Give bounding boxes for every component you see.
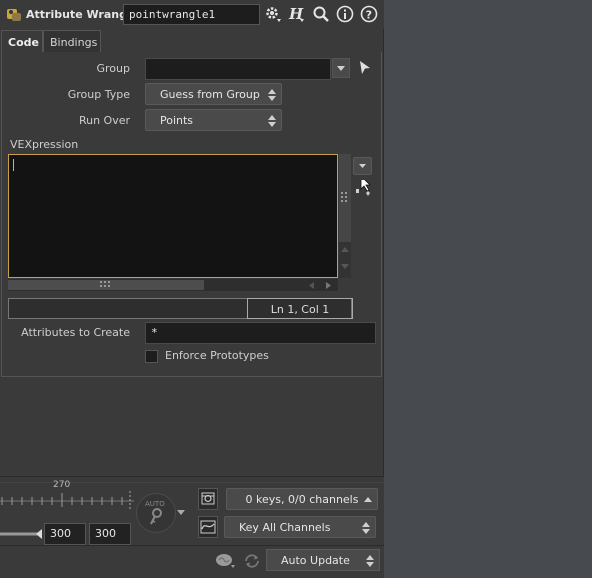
updown-arrows-icon — [366, 555, 374, 567]
group-type-menu[interactable]: Guess from Group — [145, 83, 282, 105]
chevron-up-icon — [364, 497, 372, 502]
cooking-brain-icon[interactable] — [214, 552, 236, 570]
chevron-down-icon — [337, 66, 345, 71]
group-field[interactable] — [145, 58, 331, 80]
keys-channels-button[interactable] — [198, 488, 218, 510]
group-type-label: Group Type — [67, 88, 130, 101]
chevron-down-icon[interactable] — [175, 507, 187, 517]
svg-text:?: ? — [366, 9, 372, 22]
vexpression-horizontal-scrollbar[interactable] — [8, 279, 338, 291]
node-type-label: Attribute Wrangle — [26, 8, 139, 21]
horizontal-scroll-thumb[interactable] — [8, 280, 204, 290]
tab-code[interactable]: Code — [1, 30, 43, 53]
attributes-to-create-field[interactable]: * — [145, 322, 376, 344]
group-type-value: Guess from Group — [160, 88, 260, 101]
search-icon[interactable] — [312, 5, 330, 23]
vexpression-label: VEXpression — [10, 138, 79, 151]
scroll-up-icon[interactable] — [341, 246, 349, 252]
text-caret — [13, 159, 14, 171]
vertical-scroll-thumb[interactable] — [339, 154, 351, 242]
group-label: Group — [96, 62, 131, 75]
editor-status-bar: Ln 1, Col 1 — [8, 298, 353, 319]
vexpression-editor[interactable] — [8, 154, 338, 278]
attributes-to-create-label: Attributes to Create — [21, 326, 130, 339]
enforce-prototypes-checkbox[interactable] — [145, 350, 158, 363]
info-icon[interactable] — [336, 5, 354, 23]
parameter-tabs: Code Bindings — [0, 30, 384, 53]
auto-key-label: AUTO — [145, 500, 165, 508]
key-all-channels-label: Key All Channels — [239, 521, 331, 534]
auto-key-button[interactable]: AUTO — [136, 493, 176, 533]
range-slider[interactable] — [0, 527, 44, 541]
keys-channels-label: 0 keys, 0/0 channels — [245, 493, 359, 506]
chevron-down-icon — [359, 164, 366, 168]
group-dropdown-button[interactable] — [332, 58, 350, 78]
vex-menu-button[interactable] — [353, 157, 372, 175]
key-channels-button[interactable] — [198, 516, 218, 538]
parameter-pane: Attribute Wrangle pointwrangle1 H ? Code… — [0, 0, 384, 578]
updown-arrows-icon — [268, 89, 276, 101]
help-icon[interactable]: ? — [360, 5, 378, 23]
enforce-prototypes-label: Enforce Prototypes — [165, 349, 269, 362]
range-start-field[interactable]: 300 — [44, 523, 86, 545]
updown-arrows-icon — [268, 115, 276, 127]
vexpression-vertical-scrollbar[interactable] — [339, 154, 351, 278]
run-over-label: Run Over — [78, 114, 130, 127]
playbar-area: 270 300 300 AUTO 0 keys, 0/0 channels Ke… — [0, 476, 384, 578]
grip-icon — [100, 281, 110, 287]
timeline-ruler[interactable] — [0, 491, 134, 511]
empty-pane — [385, 0, 592, 578]
houdini-help-icon[interactable]: H — [288, 5, 306, 23]
timeline-tick-label: 270 — [53, 480, 71, 490]
cursor-position: Ln 1, Col 1 — [247, 298, 353, 319]
update-mode-label: Auto Update — [281, 554, 350, 567]
channel-list-icon — [201, 492, 215, 505]
run-over-menu[interactable]: Points — [145, 109, 282, 131]
node-header: Attribute Wrangle pointwrangle1 H ? — [0, 0, 384, 29]
scroll-right-icon[interactable] — [326, 282, 332, 289]
updown-arrows-icon — [362, 522, 370, 534]
key-all-channels-menu[interactable]: Key All Channels — [224, 516, 376, 538]
mouse-cursor-icon — [356, 180, 371, 196]
scroll-left-icon[interactable] — [308, 282, 314, 289]
key-icon — [150, 508, 162, 525]
update-mode-menu[interactable]: Auto Update — [266, 549, 380, 571]
gear-icon[interactable] — [264, 5, 282, 23]
tab-bindings[interactable]: Bindings — [43, 30, 101, 53]
refresh-icon[interactable] — [243, 553, 261, 569]
scroll-down-icon[interactable] — [341, 264, 349, 270]
wrangle-node-icon — [7, 9, 21, 21]
run-over-value: Points — [160, 114, 194, 127]
curve-graph-icon — [200, 520, 216, 534]
range-end-field[interactable]: 300 — [89, 523, 131, 545]
node-name-field[interactable]: pointwrangle1 — [123, 4, 260, 25]
select-arrow-icon[interactable] — [358, 60, 372, 76]
divider — [0, 545, 384, 546]
grip-icon — [341, 192, 347, 202]
keys-channels-menu[interactable]: 0 keys, 0/0 channels — [226, 488, 378, 510]
